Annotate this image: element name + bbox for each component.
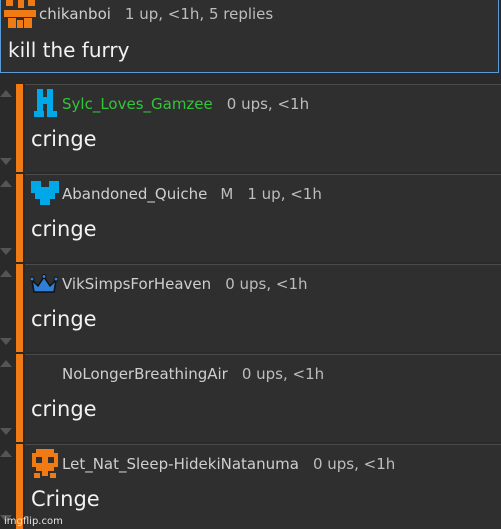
username-link[interactable]: Abandoned_Quiche (62, 185, 207, 203)
reply-indent-bar (16, 264, 23, 352)
watermark: imgflip.com (4, 516, 63, 527)
reply-card: NoLongerBreathingAir 0 ups, <1h cringe (25, 354, 501, 442)
reply: Sylc_Loves_Gamzee 0 ups, <1h cringe (0, 84, 501, 172)
comment-meta: chikanboi 1 up, <1h, 5 replies (39, 5, 273, 23)
upvote-arrow-icon[interactable] (0, 360, 12, 367)
reply-card: Let_Nat_Sleep-HidekiNatanuma 0 ups, <1h C… (25, 444, 501, 529)
reply: Let_Nat_Sleep-HidekiNatanuma 0 ups, <1h C… (0, 444, 501, 529)
reply-text: cringe (31, 397, 97, 421)
username-link[interactable]: VikSimpsForHeaven (62, 275, 211, 293)
pixel-avatar-icon[interactable] (4, 0, 36, 30)
username-link[interactable]: chikanboi (39, 5, 111, 23)
comment-stats: 1 up, <1h, 5 replies (124, 5, 274, 23)
reply-meta: Sylc_Loves_Gamzee 0 ups, <1h (62, 95, 309, 113)
reply: NoLongerBreathingAir 0 ups, <1h cringe (0, 354, 501, 442)
reply-stats: 0 ups, <1h (225, 275, 308, 293)
reply-indent-bar (16, 84, 23, 172)
username-link[interactable]: NoLongerBreathingAir (62, 365, 228, 383)
top-comment: chikanboi 1 up, <1h, 5 replies kill the f… (0, 0, 499, 73)
upvote-arrow-icon[interactable] (0, 90, 12, 97)
vote-controls (0, 174, 13, 262)
blue-heart-icon[interactable] (31, 179, 59, 207)
downvote-arrow-icon[interactable] (0, 248, 12, 255)
upvote-arrow-icon[interactable] (0, 180, 12, 187)
reply-text: cringe (31, 217, 97, 241)
reply-stats: 1 up, <1h (247, 185, 322, 203)
reply-indent-bar (16, 174, 23, 262)
vote-controls (0, 354, 13, 442)
blue-figure-icon[interactable] (32, 87, 58, 119)
reply-text: Cringe (31, 487, 100, 511)
reply-stats: 0 ups, <1h (241, 365, 325, 383)
reply-meta: VikSimpsForHeaven 0 ups, <1h (62, 275, 308, 293)
reply-indent-bar (16, 354, 23, 442)
crown-icon[interactable] (30, 274, 58, 294)
vote-controls (0, 84, 13, 172)
reply-card: Sylc_Loves_Gamzee 0 ups, <1h cringe (25, 84, 501, 172)
username-link[interactable]: Sylc_Loves_Gamzee (62, 95, 213, 113)
downvote-arrow-icon[interactable] (0, 338, 12, 345)
downvote-arrow-icon[interactable] (0, 158, 12, 165)
upvote-arrow-icon[interactable] (0, 450, 12, 457)
reply-stats: 0 ups, <1h (226, 95, 310, 113)
reply-text: cringe (31, 307, 97, 331)
reply-meta: NoLongerBreathingAir 0 ups, <1h (62, 365, 324, 383)
reply: Abandoned_Quiche M 1 up, <1h cringe (0, 174, 501, 262)
reply: VikSimpsForHeaven 0 ups, <1h cringe (0, 264, 501, 352)
reply-meta: Abandoned_Quiche M 1 up, <1h (62, 185, 322, 203)
orange-skull-icon[interactable] (32, 449, 58, 479)
comment-text: kill the furry (8, 38, 130, 62)
downvote-arrow-icon[interactable] (0, 428, 12, 435)
reply-card: VikSimpsForHeaven 0 ups, <1h cringe (25, 264, 501, 352)
reply-stats: 0 ups, <1h (312, 455, 396, 473)
username-link[interactable]: Let_Nat_Sleep-HidekiNatanuma (62, 455, 299, 473)
reply-text: cringe (31, 127, 97, 151)
vote-controls (0, 264, 13, 352)
mod-badge: M (220, 185, 234, 203)
upvote-arrow-icon[interactable] (0, 270, 12, 277)
reply-meta: Let_Nat_Sleep-HidekiNatanuma 0 ups, <1h (62, 455, 395, 473)
reply-card: Abandoned_Quiche M 1 up, <1h cringe (25, 174, 501, 262)
